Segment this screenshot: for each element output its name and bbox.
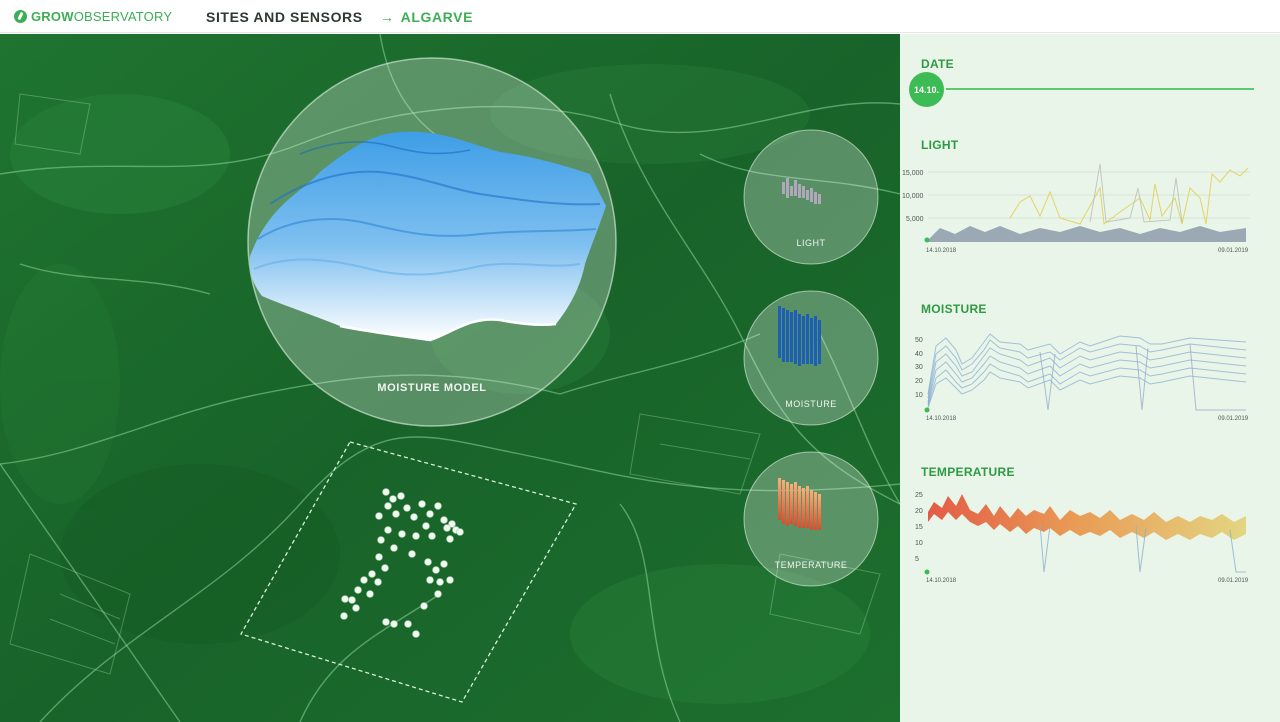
moisture-model-bubble: MOISTURE MODEL — [247, 57, 617, 427]
temperature-title: TEMPERATURE — [921, 465, 1015, 479]
moisture-model-label: MOISTURE MODEL — [377, 382, 486, 394]
temperature-ytick-25: 25 — [915, 492, 923, 499]
moisture-ytick-20: 20 — [915, 378, 923, 385]
light-series-grey — [1089, 163, 1183, 223]
light-chart[interactable]: 15,000 10,000 5,000 14.10.2018 09.01.201… — [900, 158, 1280, 258]
top-header: GROWOBSERVATORY SITES AND SENSORS → ALGAR… — [0, 0, 1280, 33]
light-series-band — [928, 226, 1246, 242]
temperature-bubble: TEMPERATURE — [743, 451, 879, 587]
moisture-x-start: 14.10.2018 — [926, 416, 957, 422]
light-bubble: LIGHT — [743, 129, 879, 265]
temperature-start-marker — [924, 569, 930, 575]
light-series-yellow — [1009, 167, 1249, 225]
moisture-start-marker — [924, 407, 930, 413]
light-ytick-5000: 5,000 — [906, 216, 924, 223]
moisture-ytick-10: 10 — [915, 392, 923, 399]
temperature-ytick-20: 20 — [915, 508, 923, 515]
light-x-start: 14.10.2018 — [926, 248, 957, 254]
temperature-ytick-10: 10 — [915, 540, 923, 547]
light-title: LIGHT — [921, 138, 959, 152]
moisture-series-lines — [927, 333, 1247, 409]
leaf-icon — [14, 10, 27, 23]
moisture-title: MOISTURE — [921, 302, 987, 316]
satellite-map[interactable]: MOISTURE MODEL LIGHT MOISTURE TEMPERATUR… — [0, 34, 900, 722]
breadcrumb-algarve: ALGARVE — [400, 9, 474, 25]
moisture-chart[interactable]: 50 40 30 20 10 14.10.2018 09.01.2019 — [900, 324, 1280, 424]
temperature-ytick-5: 5 — [915, 556, 919, 563]
logo-text: GROWOBSERVATORY — [31, 9, 172, 24]
page-title[interactable]: SITES AND SENSORS — [206, 9, 363, 25]
temperature-chart[interactable]: 25 20 15 10 5 14.10.2018 09.01.2019 — [900, 486, 1280, 586]
light-ytick-10000: 10,000 — [902, 193, 924, 200]
arrow-right-icon: → — [380, 9, 395, 25]
temperature-series-band — [928, 494, 1246, 540]
moisture-x-end: 09.01.2019 — [1218, 416, 1249, 422]
temperature-x-end: 09.01.2019 — [1218, 578, 1249, 584]
moisture-ytick-40: 40 — [915, 351, 923, 358]
date-slider-track[interactable] — [946, 88, 1254, 90]
moisture-ytick-30: 30 — [915, 364, 923, 371]
light-ytick-15000: 15,000 — [902, 170, 924, 177]
date-slider-handle[interactable]: 14.10. — [909, 72, 944, 107]
sensor-panel: DATE 14.10. LIGHT 15,000 10,000 5,000 14… — [900, 34, 1280, 722]
map-canvas: MOISTURE MODEL LIGHT MOISTURE TEMPERATUR… — [0, 34, 900, 722]
moisture-ytick-50: 50 — [915, 337, 923, 344]
light-start-marker — [924, 237, 930, 243]
bubble-label-moisture: MOISTURE — [785, 399, 837, 409]
logo-light-text: OBSERVATORY — [73, 9, 173, 24]
bubble-label-temperature: TEMPERATURE — [775, 560, 848, 570]
logo-bold-text: GROW — [31, 9, 74, 24]
date-title: DATE — [921, 57, 954, 71]
grow-observatory-logo[interactable]: GROWOBSERVATORY — [14, 9, 172, 24]
breadcrumb[interactable]: → ALGARVE — [380, 9, 473, 25]
temperature-ytick-15: 15 — [915, 524, 923, 531]
bubble-label-light: LIGHT — [796, 238, 825, 248]
moisture-bubble: MOISTURE — [743, 290, 879, 426]
temperature-x-start: 14.10.2018 — [926, 578, 957, 584]
light-x-end: 09.01.2019 — [1218, 248, 1249, 254]
